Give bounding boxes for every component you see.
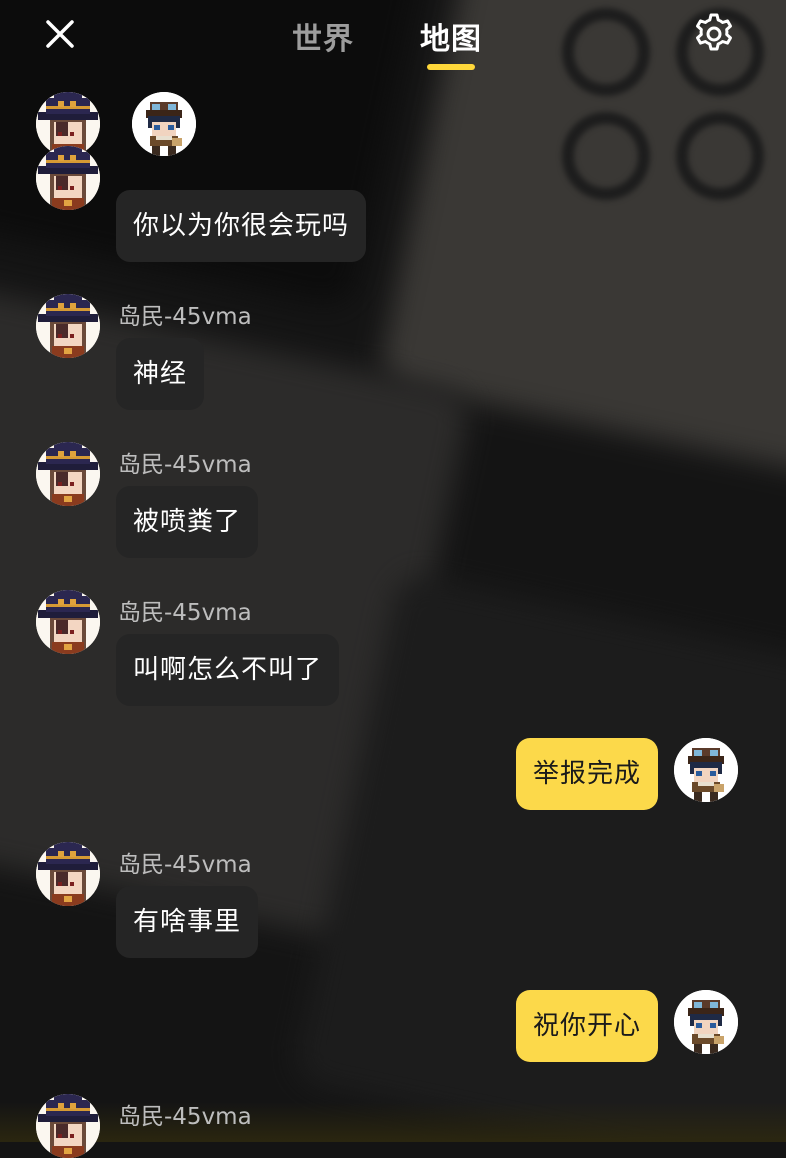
- message-bubble[interactable]: 神经: [116, 338, 205, 410]
- active-tab-indicator: [427, 64, 475, 70]
- sender-avatar[interactable]: [36, 1094, 100, 1158]
- sender-name: 岛民-45vma: [118, 600, 252, 626]
- tab-world[interactable]: 世界: [292, 14, 354, 58]
- sender-name: 岛民-45vma: [118, 852, 252, 878]
- my-message-bubble[interactable]: 祝你开心: [515, 990, 658, 1062]
- sender-name: 岛民-45vma: [118, 1104, 252, 1130]
- message-bubble[interactable]: 你以为你很会玩吗: [116, 190, 367, 262]
- sender-name: 岛民-45vma: [118, 304, 252, 330]
- close-icon[interactable]: [40, 14, 80, 54]
- tab-map[interactable]: 地图: [420, 14, 482, 58]
- message-bubble[interactable]: 叫啊怎么不叫了: [116, 634, 340, 706]
- sender-avatar[interactable]: [36, 146, 100, 210]
- my-avatar[interactable]: [674, 738, 738, 802]
- sender-avatar[interactable]: [36, 294, 100, 358]
- message-bubble[interactable]: 有啥事里: [116, 886, 259, 958]
- sender-name: 岛民-45vma: [118, 452, 252, 478]
- sender-avatar[interactable]: [36, 842, 100, 906]
- background-ring: [562, 112, 650, 200]
- top-bar: 世界 地图: [0, 0, 786, 80]
- sender-avatar[interactable]: [36, 590, 100, 654]
- sender-avatar[interactable]: [36, 442, 100, 506]
- message-bubble[interactable]: 被喷粪了: [116, 486, 259, 558]
- background-ring: [676, 112, 764, 200]
- my-message-bubble[interactable]: 举报完成: [515, 738, 658, 810]
- gear-icon[interactable]: [690, 10, 738, 58]
- my-avatar[interactable]: [674, 990, 738, 1054]
- blurred-game-background: [0, 0, 786, 1142]
- online-user-avatar[interactable]: [132, 92, 196, 156]
